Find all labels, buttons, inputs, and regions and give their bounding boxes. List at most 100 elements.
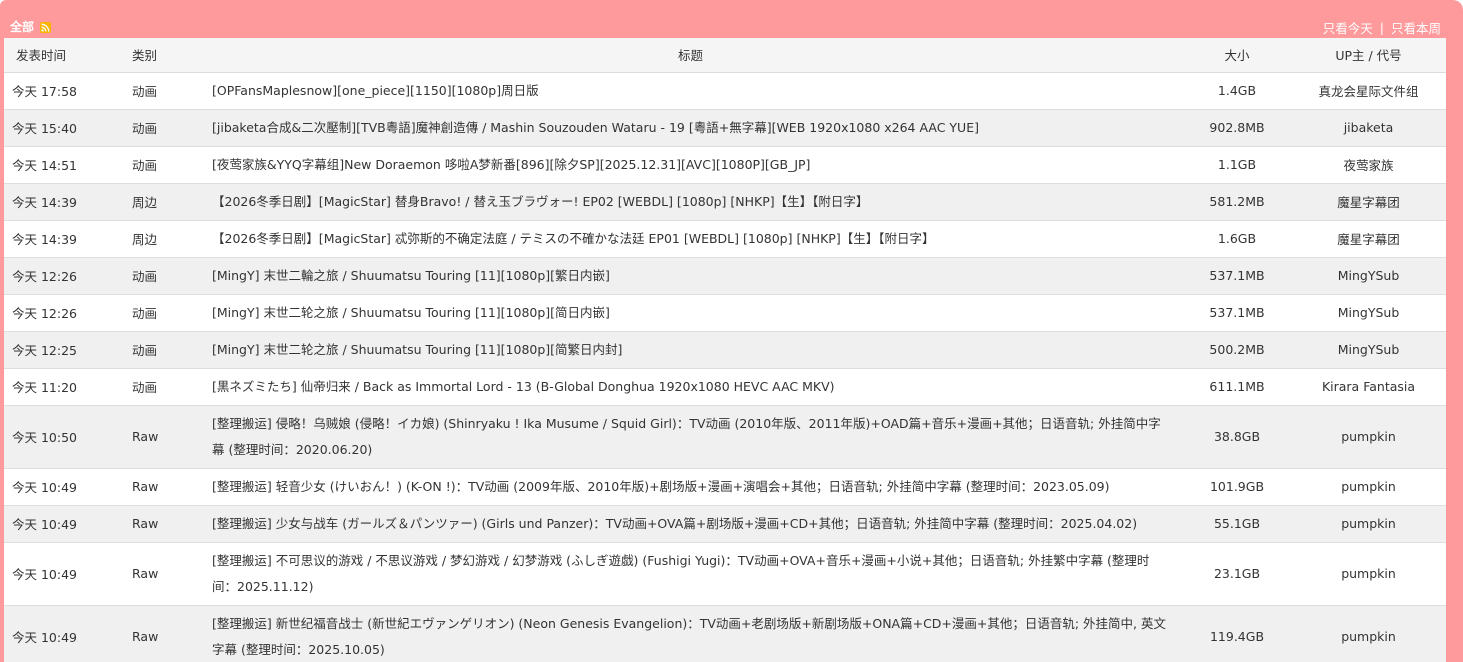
row-size: 537.1MB xyxy=(1183,293,1291,331)
row-category[interactable]: Raw xyxy=(114,404,198,468)
row-time: 今天 15:40 xyxy=(4,108,114,146)
row-uploader[interactable]: jibaketa xyxy=(1291,108,1446,146)
row-category[interactable]: 动画 xyxy=(114,145,198,183)
row-title-cell: [jibaketa合成&二次壓制][TVB粵語]魔神創造傳 / Mashin S… xyxy=(198,108,1183,146)
row-time: 今天 12:25 xyxy=(4,330,114,368)
row-title-link[interactable]: [整理搬运] 侵略！乌贼娘 (侵略！イカ娘) (Shinryaku ! Ika … xyxy=(212,416,1161,457)
row-category[interactable]: 动画 xyxy=(114,71,198,109)
table-row: 今天 14:39 周边 【2026冬季日剧】[MagicStar] 忒弥斯的不确… xyxy=(4,219,1446,257)
row-category[interactable]: Raw xyxy=(114,541,198,605)
row-category[interactable]: 动画 xyxy=(114,330,198,368)
row-time: 今天 14:51 xyxy=(4,145,114,183)
row-title-link[interactable]: [整理搬运] 不可思议的游戏 / 不思议游戏 / 梦幻游戏 / 幻梦游戏 (ふし… xyxy=(212,553,1149,594)
column-header-size[interactable]: 大小 xyxy=(1183,38,1291,73)
row-category[interactable]: 动画 xyxy=(114,108,198,146)
row-size: 1.6GB xyxy=(1183,219,1291,257)
column-header-title[interactable]: 标题 xyxy=(198,38,1183,73)
rss-icon[interactable] xyxy=(40,22,52,33)
row-uploader[interactable]: 夜莺家族 xyxy=(1291,145,1446,183)
row-title-cell: [整理搬运] 轻音少女 (けいおん！) (K-ON !)：TV动画 (2009年… xyxy=(198,467,1183,505)
row-title-link[interactable]: [黒ネズミたち] 仙帝归来 / Back as Immortal Lord - … xyxy=(212,379,835,394)
row-size: 38.8GB xyxy=(1183,404,1291,468)
row-title-link[interactable]: [夜莺家族&YYQ字幕组]New Doraemon 哆啦A梦新番[896][除夕… xyxy=(212,157,810,172)
all-categories-link[interactable]: 全部 xyxy=(10,18,34,35)
row-title-cell: [整理搬运] 新世纪福音战士 (新世紀エヴァンゲリオン) (Neon Genes… xyxy=(198,604,1183,662)
row-title-cell: [MingY] 末世二輪之旅 / Shuumatsu Touring [11][… xyxy=(198,256,1183,294)
row-uploader[interactable]: pumpkin xyxy=(1291,467,1446,505)
row-category[interactable]: 周边 xyxy=(114,182,198,220)
row-title-link[interactable]: [整理搬运] 轻音少女 (けいおん！) (K-ON !)：TV动画 (2009年… xyxy=(212,479,1110,494)
row-size: 611.1MB xyxy=(1183,367,1291,405)
this-week-only-link[interactable]: 只看本周 xyxy=(1391,18,1441,37)
right-edge-strip xyxy=(1446,38,1463,662)
row-category[interactable]: 周边 xyxy=(114,219,198,257)
row-uploader[interactable]: Kirara Fantasia xyxy=(1291,367,1446,405)
row-title-cell: 【2026冬季日剧】[MagicStar] 忒弥斯的不确定法庭 / テミスの不確… xyxy=(198,219,1183,257)
row-time: 今天 12:26 xyxy=(4,293,114,331)
row-title-link[interactable]: [MingY] 末世二輪之旅 / Shuumatsu Touring [11][… xyxy=(212,268,610,283)
row-time: 今天 14:39 xyxy=(4,219,114,257)
table-header-row: 发表时间 类别 标题 大小 UP主 / 代号 xyxy=(4,38,1446,73)
row-time: 今天 10:49 xyxy=(4,604,114,662)
row-uploader[interactable]: 真龙会星际文件组 xyxy=(1291,71,1446,109)
row-title-link[interactable]: 【2026冬季日剧】[MagicStar] 替身Bravo! / 替え玉ブラヴォ… xyxy=(212,194,868,209)
row-uploader[interactable]: pumpkin xyxy=(1291,541,1446,605)
row-size: 1.1GB xyxy=(1183,145,1291,183)
row-category[interactable]: 动画 xyxy=(114,367,198,405)
row-uploader[interactable]: pumpkin xyxy=(1291,404,1446,468)
table-row: 今天 12:25 动画 [MingY] 末世二轮之旅 / Shuumatsu T… xyxy=(4,330,1446,368)
time-filter: 只看今天 | 只看本周 xyxy=(1323,18,1441,37)
row-time: 今天 12:26 xyxy=(4,256,114,294)
row-size: 902.8MB xyxy=(1183,108,1291,146)
row-title-link[interactable]: [OPFansMaplesnow][one_piece][1150][1080p… xyxy=(212,83,539,98)
row-title-link[interactable]: [整理搬运] 新世纪福音战士 (新世紀エヴァンゲリオン) (Neon Genes… xyxy=(212,616,1166,657)
column-header-time[interactable]: 发表时间 xyxy=(4,38,114,73)
row-uploader[interactable]: MingYSub xyxy=(1291,293,1446,331)
table-row: 今天 10:49 Raw [整理搬运] 新世纪福音战士 (新世紀エヴァンゲリオン… xyxy=(4,604,1446,662)
top-bar: 全部 只看今天 | 只看本周 xyxy=(0,0,1463,38)
row-category[interactable]: Raw xyxy=(114,467,198,505)
table-row: 今天 10:49 Raw [整理搬运] 少女与战车 (ガールズ＆パンツァー) (… xyxy=(4,504,1446,542)
row-time: 今天 11:20 xyxy=(4,367,114,405)
listing-frame: 全部 只看今天 | 只看本周 发表时间 类别 标题 大小 UP主 / 代号 今天… xyxy=(0,0,1463,662)
listing-panel: 发表时间 类别 标题 大小 UP主 / 代号 今天 17:58 动画 [OPFa… xyxy=(4,38,1446,662)
today-only-link[interactable]: 只看今天 xyxy=(1323,18,1373,37)
row-uploader[interactable]: 魔星字幕团 xyxy=(1291,219,1446,257)
row-title-cell: [整理搬运] 侵略！乌贼娘 (侵略！イカ娘) (Shinryaku ! Ika … xyxy=(198,404,1183,468)
row-title-cell: [整理搬运] 少女与战车 (ガールズ＆パンツァー) (Girls und Pan… xyxy=(198,504,1183,542)
row-category[interactable]: Raw xyxy=(114,504,198,542)
column-header-uploader[interactable]: UP主 / 代号 xyxy=(1291,38,1446,73)
row-size: 1.4GB xyxy=(1183,71,1291,109)
row-size: 119.4GB xyxy=(1183,604,1291,662)
row-title-link[interactable]: [整理搬运] 少女与战车 (ガールズ＆パンツァー) (Girls und Pan… xyxy=(212,516,1137,531)
row-category[interactable]: 动画 xyxy=(114,256,198,294)
row-title-link[interactable]: [MingY] 末世二轮之旅 / Shuumatsu Touring [11][… xyxy=(212,305,610,320)
table-row: 今天 14:51 动画 [夜莺家族&YYQ字幕组]New Doraemon 哆啦… xyxy=(4,145,1446,183)
row-title-cell: [MingY] 末世二轮之旅 / Shuumatsu Touring [11][… xyxy=(198,330,1183,368)
table-row: 今天 12:26 动画 [MingY] 末世二轮之旅 / Shuumatsu T… xyxy=(4,293,1446,331)
filter-separator: | xyxy=(1379,20,1384,35)
row-title-link[interactable]: [jibaketa合成&二次壓制][TVB粵語]魔神創造傳 / Mashin S… xyxy=(212,120,979,135)
row-title-link[interactable]: [MingY] 末世二轮之旅 / Shuumatsu Touring [11][… xyxy=(212,342,622,357)
row-time: 今天 10:49 xyxy=(4,467,114,505)
table-row: 今天 17:58 动画 [OPFansMaplesnow][one_piece]… xyxy=(4,71,1446,109)
row-uploader[interactable]: pumpkin xyxy=(1291,604,1446,662)
row-size: 500.2MB xyxy=(1183,330,1291,368)
table-row: 今天 10:49 Raw [整理搬运] 轻音少女 (けいおん！) (K-ON !… xyxy=(4,467,1446,505)
row-time: 今天 10:49 xyxy=(4,504,114,542)
row-size: 581.2MB xyxy=(1183,182,1291,220)
column-header-category[interactable]: 类别 xyxy=(114,38,198,73)
row-size: 23.1GB xyxy=(1183,541,1291,605)
row-category[interactable]: 动画 xyxy=(114,293,198,331)
row-uploader[interactable]: MingYSub xyxy=(1291,330,1446,368)
row-uploader[interactable]: pumpkin xyxy=(1291,504,1446,542)
row-size: 101.9GB xyxy=(1183,467,1291,505)
row-title-cell: 【2026冬季日剧】[MagicStar] 替身Bravo! / 替え玉ブラヴォ… xyxy=(198,182,1183,220)
row-time: 今天 10:50 xyxy=(4,404,114,468)
row-uploader[interactable]: MingYSub xyxy=(1291,256,1446,294)
row-title-link[interactable]: 【2026冬季日剧】[MagicStar] 忒弥斯的不确定法庭 / テミスの不確… xyxy=(212,231,934,246)
row-uploader[interactable]: 魔星字幕团 xyxy=(1291,182,1446,220)
row-size: 537.1MB xyxy=(1183,256,1291,294)
row-size: 55.1GB xyxy=(1183,504,1291,542)
row-category[interactable]: Raw xyxy=(114,604,198,662)
